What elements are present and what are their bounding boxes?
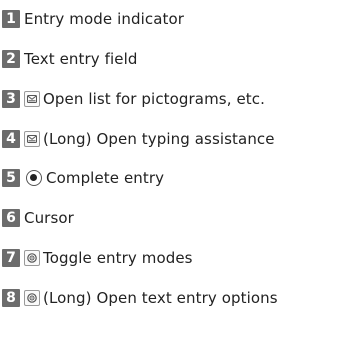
number-badge: 2 <box>2 50 20 68</box>
item-label: Text entry field <box>24 50 138 68</box>
envelope-key-icon <box>24 131 40 147</box>
number-badge: 8 <box>2 289 20 307</box>
number-badge: 6 <box>2 209 20 227</box>
item-label: Entry mode indicator <box>24 10 185 28</box>
item-label: (Long) Open text entry options <box>43 289 278 307</box>
list-item: 3 Open list for pictograms, etc. <box>0 87 265 111</box>
item-label: Cursor <box>24 209 74 227</box>
item-label: Complete entry <box>46 169 165 187</box>
envelope-key-icon <box>24 91 40 107</box>
number-badge: 3 <box>2 90 20 108</box>
list-item: 5 Complete entry <box>0 166 164 190</box>
number-badge: 7 <box>2 249 20 267</box>
number-badge: 1 <box>2 10 20 28</box>
settings-key-icon <box>24 290 40 306</box>
number-badge: 4 <box>2 130 20 148</box>
settings-key-icon <box>24 250 40 266</box>
item-label: (Long) Open typing assistance <box>43 130 275 148</box>
list-item: 7 Toggle entry modes <box>0 246 193 270</box>
list-item: 4 (Long) Open typing assistance <box>0 127 275 151</box>
list-item: 1 Entry mode indicator <box>0 7 184 31</box>
list-item: 6 Cursor <box>0 206 74 230</box>
item-label: Toggle entry modes <box>43 249 193 267</box>
item-label: Open list for pictograms, etc. <box>43 90 265 108</box>
list-item: 8 (Long) Open text entry options <box>0 286 278 310</box>
number-badge: 5 <box>2 169 20 187</box>
legend-list: 1 Entry mode indicator 2 Text entry fiel… <box>0 0 364 338</box>
center-button-icon <box>26 170 42 186</box>
list-item: 2 Text entry field <box>0 47 138 71</box>
